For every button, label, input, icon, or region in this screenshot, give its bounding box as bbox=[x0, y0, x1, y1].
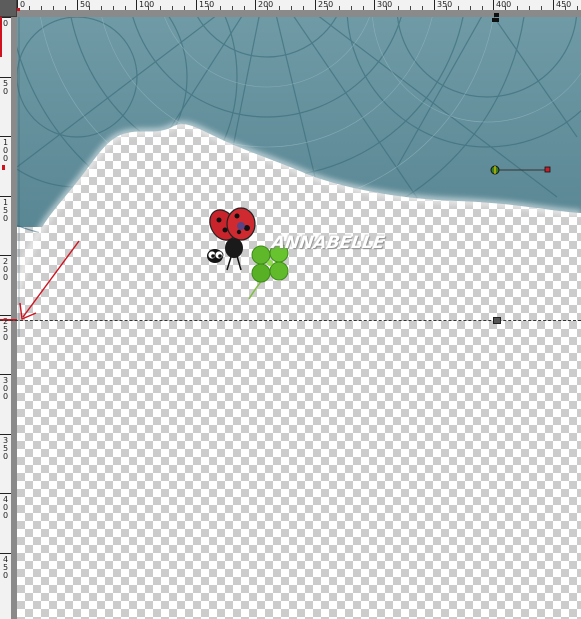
ruler-tick bbox=[315, 0, 316, 10]
ruler-left-label: 3 5 0 bbox=[2, 436, 9, 461]
ruler-tick bbox=[255, 0, 256, 10]
ruler-left-label: 2 5 0 bbox=[2, 317, 9, 342]
ruler-left[interactable]: 0 5 0 1 0 0 1 5 0 2 0 0 2 5 0 3 0 0 3 5 … bbox=[0, 17, 17, 619]
ruler-tick bbox=[136, 0, 137, 10]
ruler-left-label: 4 5 0 bbox=[2, 555, 9, 580]
ruler-tick bbox=[493, 0, 494, 10]
vertical-guide-handle[interactable] bbox=[492, 18, 499, 22]
ruler-left-label: 1 5 0 bbox=[2, 198, 9, 223]
guide-handle[interactable] bbox=[493, 317, 501, 324]
ruler-position-marker bbox=[17, 8, 20, 11]
ruler-left-label: 4 0 0 bbox=[2, 495, 9, 520]
ruler-tick bbox=[374, 0, 375, 10]
ruler-left-label: 3 0 0 bbox=[2, 376, 9, 401]
watermark-text: ANNABELLE bbox=[270, 233, 387, 253]
ruler-top-label: 300 bbox=[377, 0, 393, 9]
ruler-top-label: 450 bbox=[556, 0, 572, 9]
ruler-left-label: 1 0 0 bbox=[2, 138, 9, 163]
ruler-tick bbox=[77, 0, 78, 10]
ruler-left-label: 5 0 bbox=[2, 79, 9, 96]
ruler-left-label: 0 bbox=[2, 19, 9, 28]
ruler-tick bbox=[553, 0, 554, 10]
ruler-tick bbox=[434, 0, 435, 10]
ruler-top-label: 150 bbox=[199, 0, 215, 9]
ruler-top-label: 350 bbox=[437, 0, 453, 9]
ruler-top-label: 200 bbox=[258, 0, 274, 9]
ruler-top-label: 400 bbox=[496, 0, 512, 9]
ruler-selection-marker bbox=[0, 17, 2, 57]
ruler-top[interactable]: 0 50 100 150 200 250 300 350 400 450 bbox=[17, 0, 581, 17]
ruler-corner[interactable] bbox=[0, 0, 17, 17]
ruler-tick bbox=[196, 0, 197, 10]
ruler-left-label: 2 0 0 bbox=[2, 257, 9, 282]
ruler-top-label: 250 bbox=[318, 0, 334, 9]
ruler-position-marker bbox=[2, 165, 5, 170]
ruler-top-label: 0 bbox=[20, 0, 26, 9]
ruler-top-label: 100 bbox=[139, 0, 155, 9]
ladybug-icon bbox=[207, 207, 256, 271]
